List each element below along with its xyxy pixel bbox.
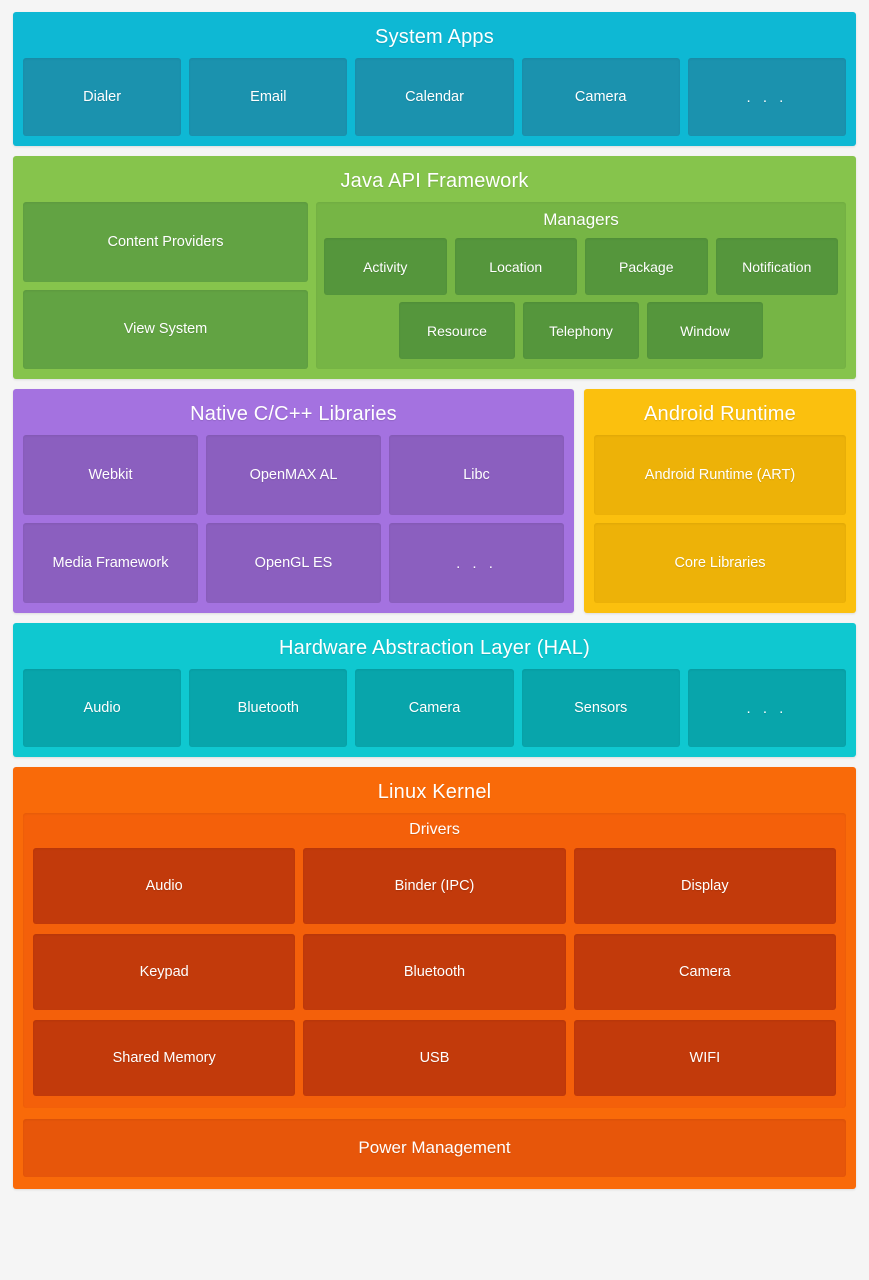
layer-title-system-apps: System Apps	[375, 26, 494, 48]
managers-panel: Managers Activity Location Package Notif…	[316, 202, 846, 369]
managers-row-1: Activity Location Package Notification	[324, 238, 838, 295]
native-card-opengl-es[interactable]: OpenGL ES	[206, 523, 381, 603]
driver-card-bluetooth[interactable]: Bluetooth	[303, 934, 566, 1010]
app-card-dialer[interactable]: Dialer	[23, 58, 182, 136]
manager-card-package[interactable]: Package	[585, 238, 708, 295]
android-runtime-row-2: Core Libraries	[594, 523, 846, 603]
drivers-panel: Drivers Audio Binder (IPC) Display Keypa…	[23, 813, 846, 1108]
manager-card-window[interactable]: Window	[647, 302, 763, 359]
runtime-card-core-libraries[interactable]: Core Libraries	[594, 523, 846, 603]
hal-card-camera[interactable]: Camera	[355, 669, 514, 747]
android-runtime-row-1: Android Runtime (ART)	[594, 435, 846, 515]
framework-card-content-providers[interactable]: Content Providers	[23, 202, 308, 282]
app-card-calendar[interactable]: Calendar	[355, 58, 514, 136]
native-card-libc[interactable]: Libc	[389, 435, 564, 515]
driver-card-keypad[interactable]: Keypad	[33, 934, 296, 1010]
layer-linux-kernel: Linux Kernel Drivers Audio Binder (IPC) …	[13, 767, 856, 1189]
system-apps-row: Dialer Email Calendar Camera . . .	[23, 58, 847, 136]
driver-card-display[interactable]: Display	[573, 848, 836, 924]
layer-android-runtime: Android Runtime Android Runtime (ART) Co…	[584, 389, 856, 613]
hal-card-bluetooth[interactable]: Bluetooth	[189, 669, 348, 747]
layer-hal: Hardware Abstraction Layer (HAL) Audio B…	[13, 623, 856, 757]
drivers-row-1: Audio Binder (IPC) Display	[33, 848, 836, 924]
manager-card-notification[interactable]: Notification	[715, 238, 838, 295]
layer-title-linux-kernel: Linux Kernel	[377, 781, 492, 803]
native-card-media-framework[interactable]: Media Framework	[23, 523, 198, 603]
layer-title-java-api-framework: Java API Framework	[340, 170, 529, 192]
native-libraries-row-2: Media Framework OpenGL ES . . .	[23, 523, 564, 603]
driver-card-binder-ipc[interactable]: Binder (IPC)	[303, 848, 566, 924]
drivers-row-2: Keypad Bluetooth Camera	[33, 934, 836, 1010]
drivers-title: Drivers	[409, 821, 460, 838]
driver-card-usb[interactable]: USB	[303, 1020, 566, 1096]
layer-title-native-libraries: Native C/C++ Libraries	[190, 403, 397, 425]
app-card-email[interactable]: Email	[189, 58, 348, 136]
driver-card-audio[interactable]: Audio	[33, 848, 296, 924]
framework-card-view-system[interactable]: View System	[23, 289, 308, 369]
manager-card-telephony[interactable]: Telephony	[523, 302, 639, 359]
layer-system-apps: System Apps Dialer Email Calendar Camera…	[13, 12, 856, 146]
middle-layer-group: Native C/C++ Libraries Webkit OpenMAX AL…	[13, 389, 856, 613]
power-management-card[interactable]: Power Management	[23, 1119, 846, 1177]
native-card-openmax-al[interactable]: OpenMAX AL	[206, 435, 381, 515]
hal-card-sensors[interactable]: Sensors	[521, 669, 680, 747]
framework-left-column: Content Providers View System	[23, 202, 308, 369]
layer-title-android-runtime: Android Runtime	[644, 403, 796, 425]
app-card-more[interactable]: . . .	[687, 58, 847, 136]
drivers-row-3: Shared Memory USB WIFI	[33, 1020, 836, 1096]
manager-card-activity[interactable]: Activity	[324, 238, 447, 295]
layer-native-libraries: Native C/C++ Libraries Webkit OpenMAX AL…	[13, 389, 574, 613]
manager-card-resource[interactable]: Resource	[399, 302, 515, 359]
managers-title: Managers	[543, 210, 619, 229]
hal-card-more[interactable]: . . .	[687, 669, 847, 747]
framework-body: Content Providers View System Managers A…	[23, 202, 846, 369]
native-card-webkit[interactable]: Webkit	[23, 435, 198, 515]
hal-card-audio[interactable]: Audio	[23, 669, 182, 747]
runtime-card-art[interactable]: Android Runtime (ART)	[594, 435, 846, 515]
native-libraries-row-1: Webkit OpenMAX AL Libc	[23, 435, 564, 515]
layer-title-hal: Hardware Abstraction Layer (HAL)	[279, 637, 590, 659]
managers-row-2: Resource Telephony Window	[324, 302, 838, 359]
layer-java-api-framework: Java API Framework Content Providers Vie…	[13, 156, 856, 379]
native-card-more[interactable]: . . .	[389, 523, 564, 603]
driver-card-shared-memory[interactable]: Shared Memory	[33, 1020, 296, 1096]
driver-card-wifi[interactable]: WIFI	[573, 1020, 836, 1096]
android-architecture-diagram: System Apps Dialer Email Calendar Camera…	[0, 0, 869, 1280]
manager-card-location[interactable]: Location	[454, 238, 577, 295]
driver-card-camera[interactable]: Camera	[573, 934, 836, 1010]
app-card-camera[interactable]: Camera	[521, 58, 680, 136]
hal-row: Audio Bluetooth Camera Sensors . . .	[23, 669, 847, 747]
